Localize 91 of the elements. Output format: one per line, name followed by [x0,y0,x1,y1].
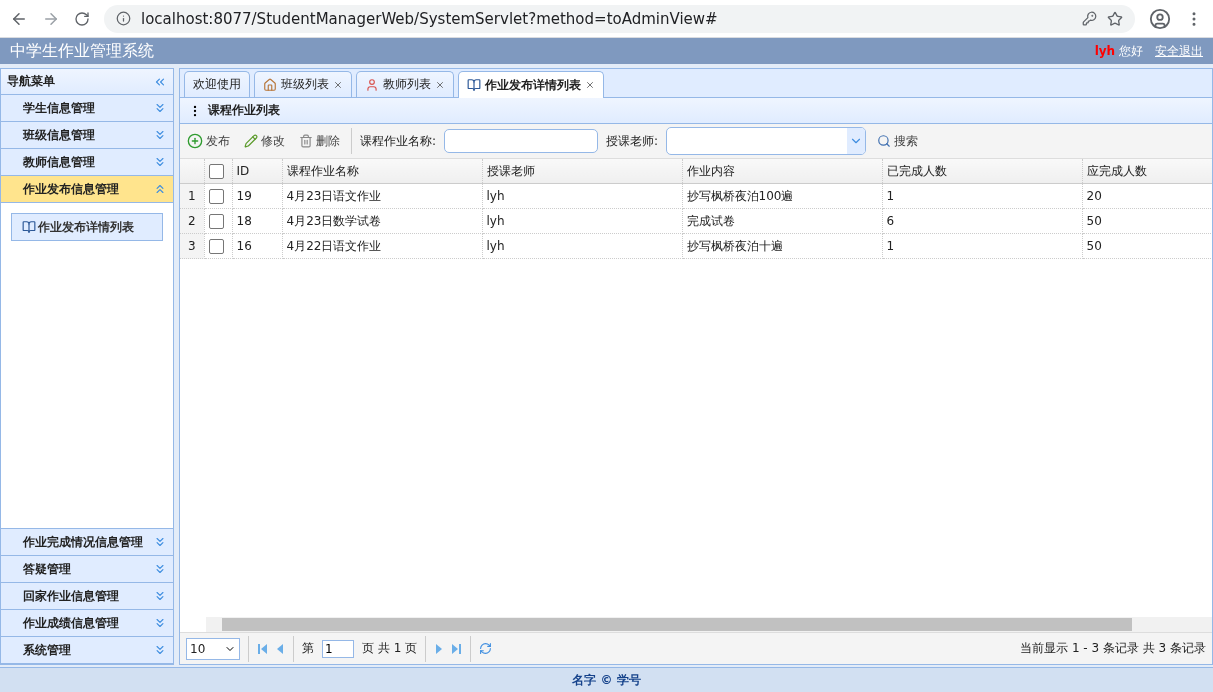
chevrons-down-icon [153,589,167,603]
book-icon [467,78,481,92]
toolbar-button[interactable]: 删除 [296,130,343,152]
menu-section[interactable]: 作业成绩信息管理 [1,610,173,637]
filter-label: 授课老师: [606,132,659,150]
row-number: 3 [180,233,204,259]
checkbox[interactable] [208,213,224,229]
scrollbar[interactable] [206,617,1212,632]
table-cell: 50 [1082,233,1212,259]
row-number: 2 [180,208,204,234]
table-cell: 4月23日语文作业 [282,183,482,209]
table-cell: 4月23日数学试卷 [282,208,482,234]
greeting: lyh 您好 [1094,42,1143,60]
toolbar-button[interactable]: 发布 [184,130,233,152]
house-icon [263,77,277,92]
table-cell: 18 [232,208,282,234]
search-icon [877,134,892,148]
address-bar[interactable]: localhost:8077/StudentManagerWeb/SystemServlet?method=toAdminView# [104,4,1135,33]
chevrons-down-icon [153,155,167,169]
column-header[interactable]: 作业内容 [682,159,882,184]
menu-section[interactable]: 作业完成情况信息管理 [1,529,173,556]
column-header[interactable]: 已完成人数 [882,159,1082,184]
table-cell: 抄写枫桥夜泊100遍 [682,183,882,209]
table-cell: lyh [482,183,682,209]
reload-icon[interactable] [74,10,90,27]
page-size-select[interactable]: 10 [186,637,240,660]
menu-section[interactable]: 班级信息管理 [1,122,173,149]
pencil-icon [244,134,258,148]
table-cell: lyh [482,208,682,234]
table-cell: 16 [232,233,282,259]
chevrons-down-icon [153,616,167,630]
close-icon[interactable] [585,80,595,90]
refresh-icon[interactable] [479,642,493,655]
app-title: 中学生作业管理系统 [10,40,154,62]
column-header[interactable]: 授课老师 [482,159,682,184]
table-cell: 19 [232,183,282,209]
key-icon[interactable] [1082,11,1097,26]
star-icon[interactable] [1107,10,1123,27]
table-cell: 完成试卷 [682,208,882,234]
menu-section[interactable]: 回家作业信息管理 [1,583,173,610]
menu-section[interactable]: 教师信息管理 [1,149,173,176]
chevrons-down-icon [153,643,167,657]
tab[interactable]: 欢迎使用 [184,71,250,97]
tab[interactable]: 教师列表 [356,71,454,97]
trash-icon [299,134,313,148]
chevrons-down-icon [153,101,167,115]
panel-title: 课程作业列表 [208,102,280,119]
person-icon [365,77,379,92]
table-cell: 1 [882,233,1082,259]
close-icon[interactable] [435,79,445,90]
chevrons-down-icon [153,562,167,576]
checkbox[interactable] [208,163,224,179]
input-field[interactable] [444,129,599,153]
table-cell: 20 [1082,183,1212,209]
toolbar-button[interactable]: 修改 [241,130,288,152]
page-label: 第 [302,640,314,657]
record-summary: 当前显示 1 - 3 条记录 共 3 条记录 [1020,640,1206,657]
table-cell: 抄写枫桥夜泊十遍 [682,233,882,259]
menu-section[interactable]: 作业发布信息管理 [1,176,173,203]
info-icon[interactable] [116,11,131,26]
row-number: 1 [180,183,204,209]
page-input[interactable]: 1 [322,639,354,658]
checkbox[interactable] [208,238,224,254]
column-header[interactable]: ID [232,159,282,184]
select-field[interactable] [666,127,867,155]
page-count: 页 共 1 页 [362,640,418,657]
close-icon[interactable] [333,79,343,90]
sidebar-title: 导航菜单 [7,73,55,90]
table-cell: 1 [882,183,1082,209]
menu-section[interactable]: 学生信息管理 [1,95,173,122]
column-header[interactable]: 课程作业名称 [282,159,482,184]
chevrons-down-icon [153,128,167,142]
chevrons-down-icon [153,535,167,549]
menu-section[interactable]: 答疑管理 [1,556,173,583]
chevrons-up-icon [153,182,167,196]
plus-icon [187,133,203,149]
book-icon [22,220,36,234]
column-header[interactable]: 应完成人数 [1082,159,1212,184]
search-button[interactable]: 搜索 [874,130,922,152]
tab[interactable]: 班级列表 [254,71,352,97]
table-cell: 4月22日语文作业 [282,233,482,259]
table-cell: lyh [482,233,682,259]
footer-text: 名字 © 学号 [0,667,1213,692]
checkbox[interactable] [208,188,224,204]
menu-section[interactable]: 系统管理 [1,637,173,664]
table-cell: 50 [1082,208,1212,234]
menu-item[interactable]: 作业发布详情列表 [11,213,163,241]
profile-icon[interactable] [1149,7,1171,30]
table-cell: 6 [882,208,1082,234]
tab[interactable]: 作业发布详情列表 [458,71,604,98]
filter-label: 课程作业名称: [360,132,437,150]
